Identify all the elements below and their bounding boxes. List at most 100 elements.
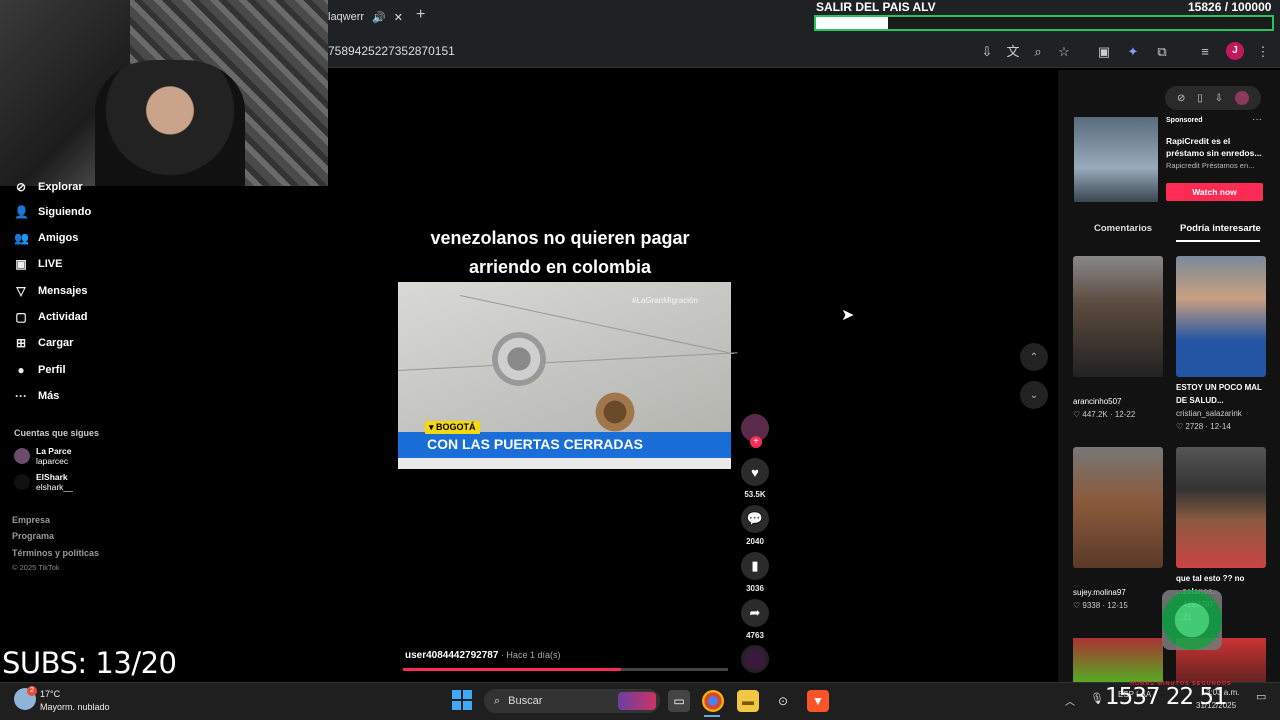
news-location: ▾ BOGOTÁ xyxy=(425,421,480,434)
more-icon[interactable]: ··· xyxy=(1252,114,1262,125)
goal-progress-fill xyxy=(816,17,888,29)
video-thumbnail[interactable] xyxy=(1073,447,1163,568)
live-icon: ▣ xyxy=(15,257,27,271)
sidebar-item-cargar[interactable]: ⊞ Cargar xyxy=(14,332,74,354)
sidebar-item-mensajes[interactable]: ▽ Mensajes xyxy=(14,280,87,302)
upload-icon: ⊞ xyxy=(15,336,27,350)
speaker-icon[interactable]: 🔊 xyxy=(372,11,386,24)
sidebar-item-amigos[interactable]: 👥 Amigos xyxy=(14,227,78,249)
followed-account[interactable]: La Parce laparcec xyxy=(14,446,71,466)
brave-icon[interactable]: ▼ xyxy=(807,690,829,712)
chrome-icon[interactable] xyxy=(702,690,724,712)
video-hashtag: #LaGranMigración xyxy=(632,296,698,305)
footer-link[interactable]: Empresa xyxy=(12,515,50,525)
rec-user[interactable]: sujey.molina97 xyxy=(1073,586,1163,599)
rec-user[interactable]: cristian_salazarink xyxy=(1176,407,1268,420)
comment-count: 2040 xyxy=(746,537,764,546)
sidebar-item-label: LIVE xyxy=(38,258,63,270)
music-disc-icon[interactable] xyxy=(741,645,769,673)
sidebar-item-label: Cargar xyxy=(38,337,74,349)
video-thumbnail[interactable] xyxy=(1176,447,1266,568)
media-icon[interactable]: ≡ xyxy=(1196,43,1214,61)
translate-icon[interactable]: 文 xyxy=(1004,43,1022,61)
ad-subtitle: Rapicredit Préstamos en... xyxy=(1166,161,1255,170)
browser-tab[interactable]: laqwerr 🔊 ✕ xyxy=(328,4,408,30)
sidebar-item-perfil[interactable]: ● Perfil xyxy=(14,359,65,381)
comment-icon[interactable]: 💬 xyxy=(741,505,769,533)
sidebar-item-siguiendo[interactable]: 👤 Siguiendo xyxy=(14,201,91,223)
picture-in-picture-icon[interactable]: ▣ xyxy=(1095,43,1113,61)
profile-avatar[interactable]: J xyxy=(1226,42,1244,60)
rec-user[interactable]: arancinho507 xyxy=(1073,395,1163,408)
new-tab-icon[interactable]: + xyxy=(416,6,425,24)
mouse-cursor-icon: ➤ xyxy=(841,307,855,324)
compass-icon: ⊘ xyxy=(15,180,27,194)
phone-icon[interactable]: ▯ xyxy=(1197,93,1203,104)
video-author[interactable]: user4084442792787 · Hace 1 día(s) xyxy=(405,650,560,661)
download-icon[interactable]: ⇩ xyxy=(1215,93,1223,104)
weather-temp[interactable]: 17°C xyxy=(40,689,60,699)
zoom-icon[interactable]: ⌕ xyxy=(1029,43,1047,61)
microphone-icon[interactable]: 🎙 xyxy=(1090,692,1104,705)
start-button[interactable] xyxy=(452,690,472,710)
footer-link[interactable]: Programa xyxy=(12,531,54,541)
tray-expand-icon[interactable]: ︿ xyxy=(1065,693,1075,708)
comment-action[interactable]: 💬 2040 xyxy=(741,505,769,546)
video-toolbar: ⊘ ▯ ⇩ xyxy=(1165,86,1261,110)
steam-icon[interactable]: ⊙ xyxy=(772,690,794,712)
goal-title: SALIR DEL PAIS ALV xyxy=(816,0,936,14)
ad-thumbnail[interactable] xyxy=(1074,117,1158,202)
chevron-down-icon[interactable]: ⌄ xyxy=(1020,381,1048,409)
avatar[interactable] xyxy=(1235,91,1250,105)
autoscroll-icon[interactable]: ⊘ xyxy=(1177,93,1185,104)
watch-now-button[interactable]: Watch now xyxy=(1166,183,1263,201)
like-count: 53.5K xyxy=(744,490,766,499)
sidebar-item-actividad[interactable]: ▢ Actividad xyxy=(14,306,87,328)
author-name[interactable]: user4084442792787 xyxy=(405,650,498,661)
sponsored-label: Sponsored xyxy=(1166,117,1203,124)
video-thumbnail[interactable] xyxy=(1073,256,1163,377)
caption-line: venezolanos no quieren pagar xyxy=(430,228,690,248)
bookmark-star-icon[interactable]: ☆ xyxy=(1055,43,1073,61)
search-icon: ⌕ xyxy=(494,694,501,707)
file-explorer-icon[interactable]: ▬ xyxy=(737,690,759,712)
sidebar-item-explorar[interactable]: ⊘ Explorar xyxy=(14,176,83,198)
taskbar-search[interactable]: ⌕ Buscar xyxy=(484,689,660,713)
followed-account[interactable]: ElShark elshark__ xyxy=(14,472,73,492)
recommended-video[interactable]: ESTOY UN POCO MAL DE SALUD... cristian_s… xyxy=(1176,256,1268,433)
like-action[interactable]: ♥ 53.5K xyxy=(741,458,769,499)
sidebar-item-live[interactable]: ▣ LIVE xyxy=(14,253,62,275)
avatar xyxy=(14,474,30,490)
extension-icon[interactable]: ✦ xyxy=(1124,43,1142,61)
recommended-video[interactable]: sujey.molina97 ♡ 9338 · 12-15 xyxy=(1073,447,1163,612)
kebab-menu-icon[interactable]: ⋮ xyxy=(1254,43,1272,61)
search-highlight-icon xyxy=(618,692,656,710)
copyright: © 2025 TikTok xyxy=(12,563,60,572)
share-action[interactable]: ➦ 4763 xyxy=(741,599,769,640)
save-action[interactable]: ▮ 3036 xyxy=(741,552,769,593)
video-thumbnail[interactable] xyxy=(1073,638,1163,682)
share-icon[interactable]: ➦ xyxy=(741,599,769,627)
task-view-icon[interactable]: ▭ xyxy=(668,690,690,712)
footer-link[interactable]: Términos y políticas xyxy=(12,548,99,558)
url-text[interactable]: 7589425227352870151 xyxy=(328,44,455,58)
chevron-up-icon[interactable]: ⌃ xyxy=(1020,343,1048,371)
notification-icon[interactable]: ▭ xyxy=(1256,690,1266,703)
tab-recommended[interactable]: Podría interesarte xyxy=(1180,223,1261,234)
close-tab-icon[interactable]: ✕ xyxy=(394,11,403,24)
puzzle-icon[interactable]: ⧉ xyxy=(1153,43,1171,61)
bookmark-icon[interactable]: ▮ xyxy=(741,552,769,580)
rec-title[interactable]: ESTOY UN POCO MAL DE SALUD... xyxy=(1176,381,1268,407)
follow-plus-icon[interactable]: + xyxy=(750,436,762,448)
recommended-video[interactable]: arancinho507 ♡ 447.2K · 12-22 xyxy=(1073,256,1163,421)
notification-badge: 2 xyxy=(27,686,37,696)
sidebar-item-más[interactable]: ··· Más xyxy=(14,385,59,407)
account-handle: laparcec xyxy=(36,456,69,466)
install-icon[interactable]: ⇩ xyxy=(978,43,996,61)
heart-icon[interactable]: ♥ xyxy=(741,458,769,486)
tab-title: laqwerr xyxy=(328,11,365,23)
tab-comments[interactable]: Comentarios xyxy=(1094,223,1152,234)
video-thumbnail[interactable] xyxy=(1176,256,1266,377)
messages-icon: ▽ xyxy=(16,284,26,298)
weather-desc[interactable]: Mayorm. nublado xyxy=(40,702,110,712)
